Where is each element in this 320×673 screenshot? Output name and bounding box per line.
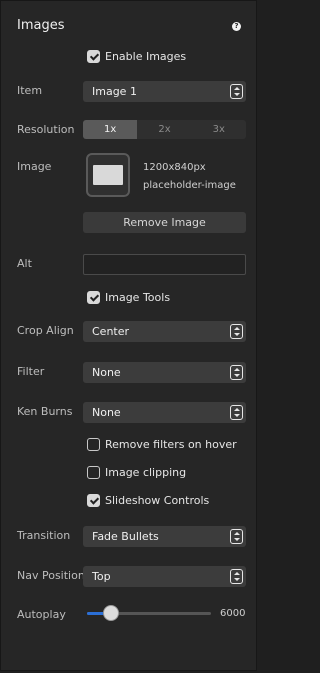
autoplay-slider-handle[interactable] <box>102 605 119 621</box>
filter-select[interactable]: None <box>83 362 246 383</box>
resolution-option-1x[interactable]: 1x <box>83 120 138 139</box>
slideshow-controls-label: Slideshow Controls <box>105 493 210 507</box>
item-select[interactable]: Image 1 <box>83 81 246 102</box>
remove-image-button[interactable]: Remove Image <box>83 212 246 233</box>
filter-arrow-icon <box>230 365 243 380</box>
image-placeholder-icon <box>93 165 123 185</box>
nav-position-arrow-icon <box>230 569 243 584</box>
ken-burns-select[interactable]: None <box>83 402 246 423</box>
images-panel: Images ? Enable Images Item Image 1 Reso… <box>0 0 257 671</box>
item-select-value: Image 1 <box>92 85 137 98</box>
image-filename: placeholder-image <box>143 180 236 191</box>
image-label: Image <box>17 160 52 173</box>
panel-title: Images <box>17 18 65 33</box>
image-clipping-checkbox[interactable]: Image clipping <box>87 465 186 479</box>
filter-select-value: None <box>92 366 121 379</box>
resolution-segmented-control: 1x 2x 3x <box>83 120 246 139</box>
crop-align-select-value: Center <box>92 325 130 338</box>
image-tools-label: Image Tools <box>105 290 171 304</box>
autoplay-value: 6000 <box>220 608 246 619</box>
image-clipping-label: Image clipping <box>105 465 187 479</box>
image-tools-check-icon[interactable] <box>87 290 100 304</box>
crop-align-select[interactable]: Center <box>83 321 246 342</box>
transition-select-value: Fade Bullets <box>92 530 159 543</box>
autoplay-label: Autoplay <box>17 608 66 621</box>
resolution-label: Resolution <box>17 123 75 136</box>
nav-position-label: Nav Position <box>17 569 85 582</box>
enable-images-check-icon[interactable] <box>87 49 100 63</box>
remove-filters-checkbox[interactable]: Remove filters on hover <box>87 437 237 451</box>
ken-burns-label: Ken Burns <box>17 405 73 418</box>
remove-filters-check-icon[interactable] <box>87 437 100 451</box>
transition-label: Transition <box>17 529 71 542</box>
ken-burns-select-value: None <box>92 406 121 419</box>
transition-select[interactable]: Fade Bullets <box>83 526 246 547</box>
enable-images-label: Enable Images <box>105 49 187 63</box>
nav-position-select[interactable]: Top <box>83 566 246 587</box>
ken-burns-arrow-icon <box>230 405 243 420</box>
image-dimensions: 1200x840px <box>143 162 206 173</box>
alt-label: Alt <box>17 257 32 270</box>
resolution-option-2x[interactable]: 2x <box>137 120 191 139</box>
slideshow-controls-checkbox[interactable]: Slideshow Controls <box>87 493 209 507</box>
crop-align-arrow-icon <box>230 324 243 339</box>
transition-arrow-icon <box>230 529 243 544</box>
resolution-option-3x[interactable]: 3x <box>192 120 246 139</box>
filter-label: Filter <box>17 365 45 378</box>
image-clipping-check-icon[interactable] <box>87 465 100 479</box>
crop-align-label: Crop Align <box>17 324 74 337</box>
remove-filters-label: Remove filters on hover <box>105 437 237 451</box>
image-thumbnail[interactable] <box>86 153 130 197</box>
help-icon[interactable]: ? <box>232 22 241 31</box>
nav-position-select-value: Top <box>92 570 111 583</box>
image-tools-checkbox[interactable]: Image Tools <box>87 290 170 304</box>
item-label: Item <box>17 84 43 97</box>
enable-images-checkbox[interactable]: Enable Images <box>87 49 186 63</box>
slideshow-controls-check-icon[interactable] <box>87 493 100 507</box>
item-select-arrow-icon <box>230 84 243 99</box>
alt-input[interactable] <box>83 254 246 275</box>
